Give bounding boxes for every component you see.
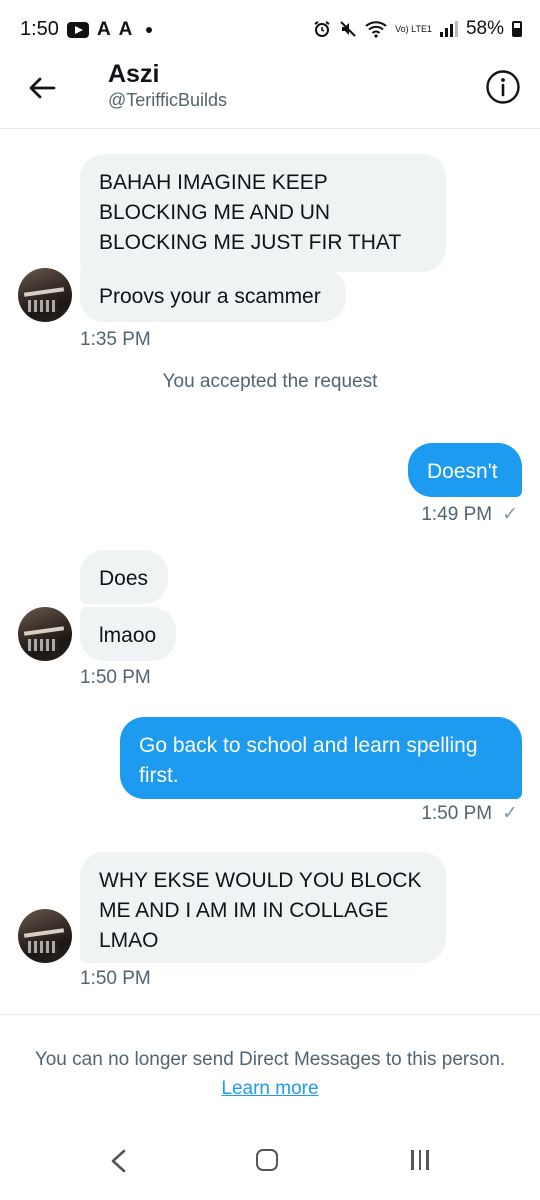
a-icon: A — [118, 18, 133, 40]
notice-text: You can no longer send Direct Messages t… — [34, 1049, 506, 1070]
wifi-icon — [365, 21, 387, 38]
nav-recents-icon[interactable] — [411, 1150, 429, 1170]
message-timestamp: 1:50 PM — [421, 803, 493, 824]
avatar[interactable] — [18, 268, 72, 322]
info-button[interactable] — [484, 68, 522, 106]
message-timestamp-row: 1:49 PM ✓ — [421, 503, 518, 526]
avatar[interactable] — [18, 607, 72, 661]
alarm-icon — [314, 21, 330, 37]
conversation-header: Aszi @TerifficBuilds — [0, 52, 540, 129]
signal-icon — [439, 21, 458, 37]
battery-icon — [512, 21, 522, 37]
info-icon — [486, 70, 520, 104]
network-label: Vo) LTE1 — [395, 23, 432, 34]
message-timestamp: 1:50 PM — [80, 667, 151, 688]
arrow-left-icon — [29, 77, 56, 99]
back-button[interactable] — [22, 68, 62, 108]
status-bar: 1:50 A A Vo) LTE1 58% — [0, 0, 540, 60]
nav-home-icon[interactable] — [256, 1149, 278, 1171]
mute-icon — [340, 21, 356, 37]
dm-disabled-footer: You can no longer send Direct Messages t… — [0, 1014, 540, 1099]
message-timestamp: 1:49 PM — [421, 504, 493, 525]
contact-name[interactable]: Aszi — [108, 60, 159, 89]
incoming-message[interactable]: Does — [80, 550, 168, 604]
dm-disabled-notice: You can no longer send Direct Messages t… — [30, 1045, 510, 1103]
incoming-message[interactable]: WHY EKSE WOULD YOU BLOCK ME AND I AM IM … — [80, 852, 446, 963]
avatar[interactable] — [18, 909, 72, 963]
status-time: 1:50 — [20, 18, 59, 40]
system-message: You accepted the request — [162, 371, 378, 392]
message-timestamp-row: 1:50 PM ✓ — [421, 802, 518, 825]
message-timestamp: 1:50 PM — [80, 968, 151, 989]
incoming-message[interactable]: BAHAH IMAGINE KEEP BLOCKING ME AND UN BL… — [80, 154, 446, 272]
nav-back-icon[interactable] — [108, 1148, 128, 1174]
outgoing-message[interactable]: Go back to school and learn spelling fir… — [120, 717, 522, 799]
message-timestamp: 1:35 PM — [80, 329, 151, 350]
incoming-message[interactable]: Proovs your a scammer — [80, 268, 346, 322]
a-icon: A — [96, 18, 111, 40]
outgoing-message[interactable]: Doesn't — [408, 443, 522, 497]
dot-icon — [146, 26, 153, 33]
battery-percent: 58% — [465, 18, 504, 39]
sent-check-icon: ✓ — [502, 803, 518, 824]
system-nav-bar — [0, 1120, 540, 1200]
incoming-message[interactable]: lmaoo — [80, 607, 176, 661]
learn-more-link[interactable]: Learn more — [221, 1078, 318, 1099]
youtube-icon — [66, 21, 89, 38]
sent-check-icon: ✓ — [502, 504, 518, 525]
contact-handle[interactable]: @TerifficBuilds — [108, 90, 227, 111]
